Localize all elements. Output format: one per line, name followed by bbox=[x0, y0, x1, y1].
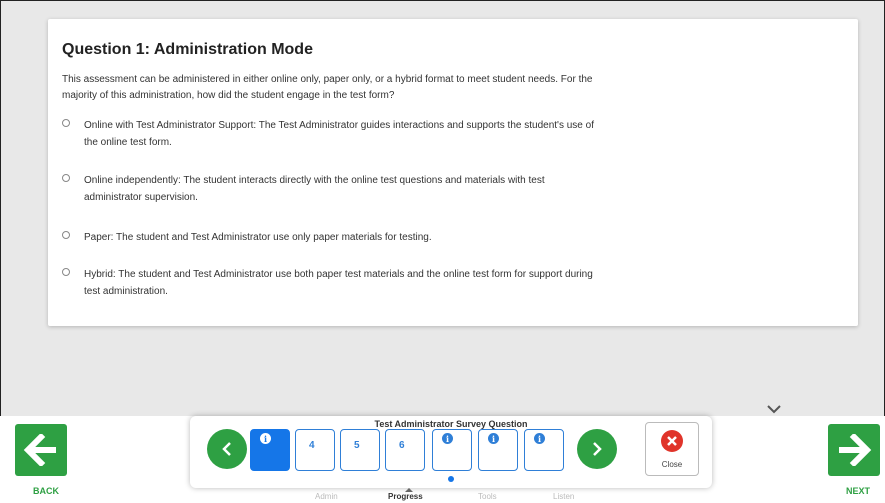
chevron-left-icon bbox=[222, 442, 231, 456]
close-tray-button[interactable]: Close bbox=[645, 422, 699, 476]
question-item[interactable]: 5 bbox=[340, 429, 380, 471]
item-number: 4 bbox=[309, 440, 315, 451]
radio-button[interactable] bbox=[62, 268, 70, 276]
question-text: This assessment can be administered in e… bbox=[62, 74, 593, 101]
info-icon: i bbox=[488, 433, 499, 444]
info-icon: i bbox=[534, 433, 545, 444]
question-navigator: Test Administrator Survey Question i 4 5… bbox=[190, 416, 712, 488]
tab-admin[interactable]: Admin bbox=[315, 492, 338, 501]
info-icon: i bbox=[442, 433, 453, 444]
radio-button[interactable] bbox=[62, 174, 70, 182]
arrow-left-icon bbox=[23, 434, 56, 466]
question-item[interactable]: i bbox=[524, 429, 564, 471]
chevron-down-icon bbox=[767, 405, 781, 414]
tab-progress[interactable]: Progress bbox=[388, 492, 423, 501]
tray-next-button[interactable] bbox=[577, 429, 617, 469]
radio-button[interactable] bbox=[62, 231, 70, 239]
arrow-right-icon bbox=[839, 434, 872, 466]
question-item[interactable]: i bbox=[432, 429, 472, 471]
next-label: NEXT bbox=[846, 486, 871, 496]
question-item[interactable]: 4 bbox=[295, 429, 335, 471]
current-item-indicator bbox=[448, 476, 454, 482]
next-button[interactable] bbox=[828, 424, 880, 476]
radio-button[interactable] bbox=[62, 119, 70, 127]
tab-listen[interactable]: Listen bbox=[553, 492, 574, 501]
close-label: Close bbox=[661, 460, 683, 469]
info-icon: i bbox=[260, 433, 271, 444]
item-number: 6 bbox=[399, 440, 405, 451]
question-item[interactable]: i bbox=[250, 429, 290, 471]
option-label: Paper: The student and Test Administrato… bbox=[84, 232, 432, 243]
tray-title: Test Administrator Survey Question bbox=[374, 419, 528, 429]
back-label: BACK bbox=[33, 486, 59, 496]
option-label: Online with Test Administrator Support: … bbox=[84, 120, 594, 148]
chevron-right-icon bbox=[593, 442, 602, 456]
question-title: Question 1: Administration Mode bbox=[62, 41, 313, 58]
option-label: Online independently: The student intera… bbox=[84, 175, 545, 203]
tab-tools[interactable]: Tools bbox=[478, 492, 497, 501]
question-item[interactable]: i bbox=[478, 429, 518, 471]
question-card: Question 1: Administration Mode This ass… bbox=[48, 19, 858, 326]
question-item-strip: i 4 5 6 i i i bbox=[250, 429, 570, 473]
question-item[interactable]: 6 bbox=[385, 429, 425, 471]
option-label: Hybrid: The student and Test Administrat… bbox=[84, 269, 593, 297]
back-button[interactable] bbox=[15, 424, 67, 476]
close-x-icon bbox=[661, 430, 683, 452]
item-number: 5 bbox=[354, 440, 360, 451]
tray-prev-button[interactable] bbox=[207, 429, 247, 469]
